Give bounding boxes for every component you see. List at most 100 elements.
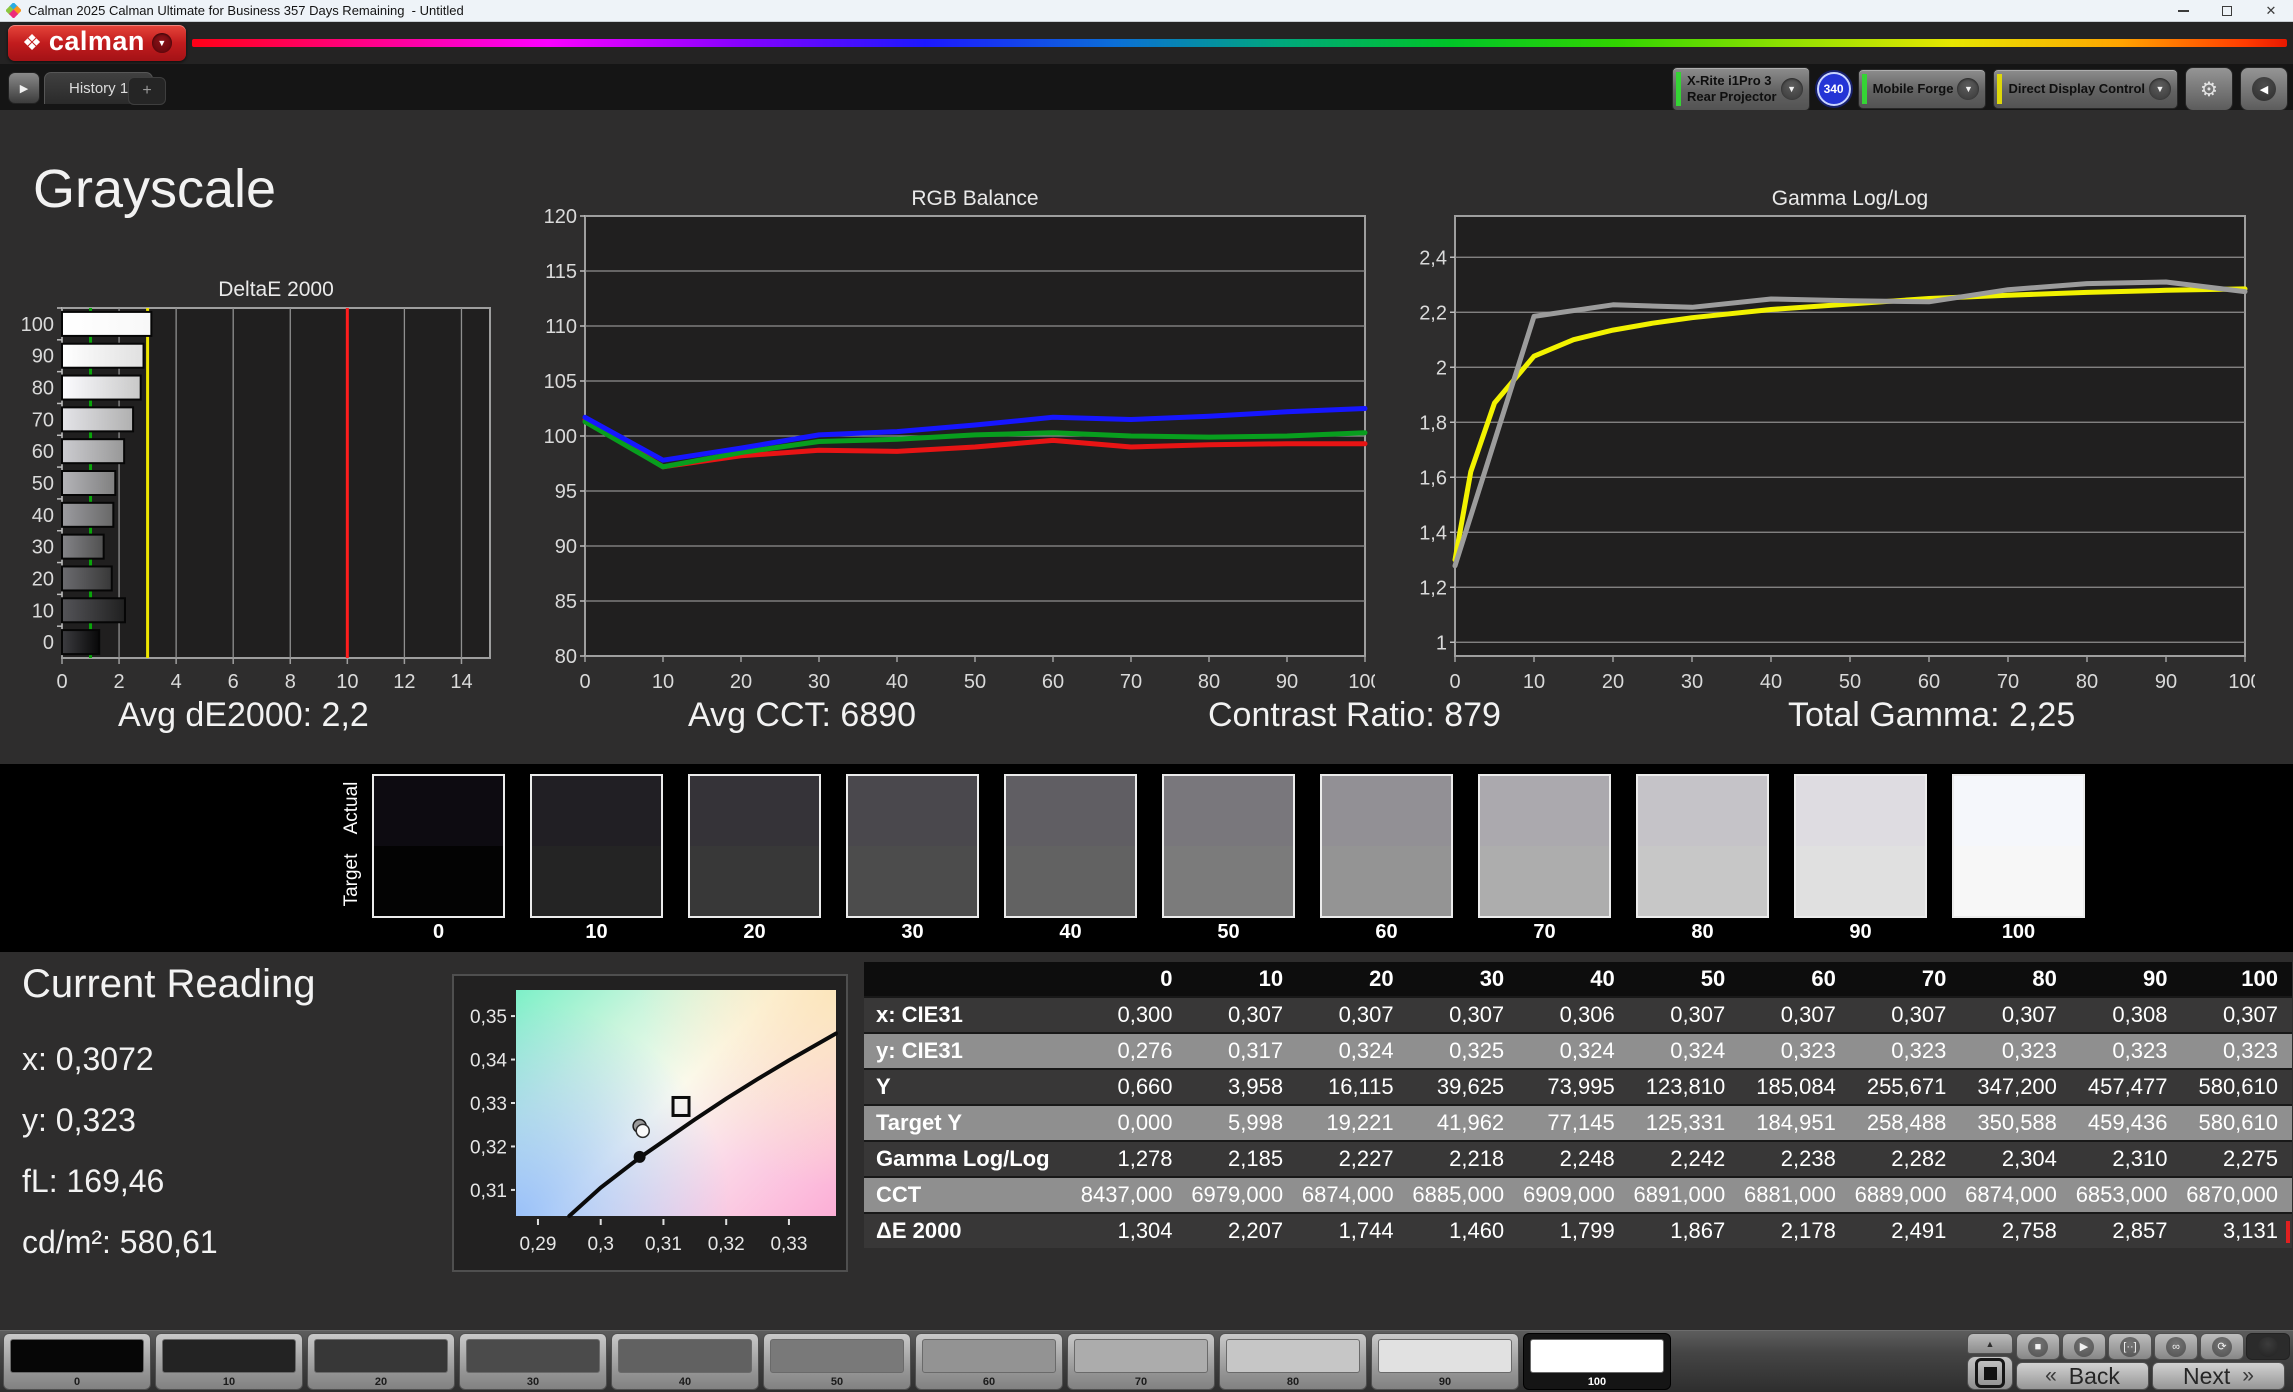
table-header-cell: 0 [1076, 962, 1187, 996]
svg-text:80: 80 [1198, 671, 1220, 692]
next-button[interactable]: Next » [2152, 1362, 2285, 1390]
gear-icon: ⚙ [2200, 78, 2218, 101]
deltae-bar-40 [61, 501, 115, 528]
add-tab-button[interactable]: + [128, 77, 166, 105]
level-button-90[interactable]: 90 [1371, 1333, 1519, 1390]
table-cell: 2,304 [1960, 1140, 2071, 1176]
deltae-chart-svg: DeltaE 2000 0 10 20 30 40 50 60 70 80 90 100 0 2 4 6 8 10… [21, 278, 491, 692]
table-cell: 2,491 [1849, 1212, 1961, 1248]
swatch-chip [688, 774, 821, 918]
chevron-down-icon: ▼ [1780, 78, 1803, 100]
loop-button[interactable]: ⟳ [2200, 1333, 2244, 1360]
close-button[interactable]: ✕ [2249, 0, 2293, 21]
swatch-label: 100 [2001, 921, 2036, 943]
tab-scroll-button[interactable]: ▶ [8, 72, 40, 104]
interval-button[interactable]: [··] [2108, 1333, 2152, 1360]
table-row-label: y: CIE31 [864, 1032, 1076, 1068]
chevron-down-icon: ▼ [1957, 78, 1980, 100]
svg-text:0,35: 0,35 [470, 1007, 507, 1028]
inactive-indicator [2246, 1333, 2290, 1360]
svg-text:40: 40 [1760, 671, 1782, 692]
svg-text:0,34: 0,34 [470, 1051, 507, 1072]
target-chip [690, 846, 819, 916]
svg-text:120: 120 [545, 206, 577, 228]
next-label: Next [2183, 1362, 2231, 1389]
actual-chip [1954, 776, 2083, 846]
calman-menu-button[interactable]: ❖ calman ▼ [8, 25, 186, 61]
cie-chromaticity-panel: 0,35 0,34 0,33 0,32 0,31 0,29 0,3 0,31 0,32 0,33 [452, 974, 848, 1272]
level-patch [618, 1339, 752, 1373]
svg-text:100: 100 [1348, 671, 1375, 692]
level-button-70[interactable]: 70 [1067, 1333, 1215, 1390]
level-button-30[interactable]: 30 [459, 1333, 607, 1390]
tray-collapse-button[interactable]: ▲ [1967, 1333, 2013, 1354]
table-cell: 0,307 [1407, 996, 1519, 1032]
continuous-button[interactable]: ∞ [2154, 1333, 2198, 1360]
meter-count-badge[interactable]: 340 [1816, 72, 1851, 106]
stop-icon: ■ [2028, 1336, 2048, 1357]
table-cell: 73,995 [1518, 1068, 1629, 1104]
svg-text:0,32: 0,32 [708, 1234, 745, 1255]
total-gamma-stat: Total Gamma: 2,25 [1788, 696, 2076, 734]
inactive-circle-icon [2258, 1336, 2278, 1357]
deltae-bar-30 [61, 533, 105, 560]
svg-text:Gamma Log/Log: Gamma Log/Log [1772, 187, 1928, 210]
table-cell: 2,282 [1849, 1140, 1961, 1176]
table-row-label: Target Y [864, 1104, 1076, 1140]
level-patch [10, 1339, 144, 1373]
source-dropdown[interactable]: Mobile Forge ▼ [1857, 69, 1987, 109]
back-button[interactable]: « Back [2016, 1362, 2149, 1390]
level-button-80[interactable]: 80 [1219, 1333, 1367, 1390]
svg-text:70: 70 [1997, 671, 2019, 692]
deltae-bar-20 [61, 565, 113, 592]
level-button-100[interactable]: 100 [1523, 1333, 1671, 1390]
minimize-icon [2177, 9, 2189, 12]
table-cell: 0,306 [1518, 996, 1629, 1032]
table-header-cell: 10 [1186, 962, 1298, 996]
swatch-label: 20 [743, 921, 766, 943]
svg-text:0,33: 0,33 [470, 1094, 507, 1115]
svg-text:100: 100 [21, 314, 54, 336]
svg-text:80: 80 [2076, 671, 2098, 692]
swatch-chip [372, 774, 505, 918]
svg-text:60: 60 [1042, 671, 1064, 692]
minimize-button[interactable] [2161, 0, 2205, 21]
svg-text:90: 90 [2155, 671, 2177, 692]
table-cell: 0,323 [2181, 1032, 2292, 1068]
table-cell: 0,307 [1628, 996, 1740, 1032]
stop-button[interactable]: ■ [2016, 1333, 2060, 1360]
swatch-chip [1636, 774, 1769, 918]
level-button-0[interactable]: 0 [3, 1333, 151, 1390]
collapse-panel-button[interactable]: ◀ [2240, 67, 2288, 111]
level-button-40[interactable]: 40 [611, 1333, 759, 1390]
svg-text:1,4: 1,4 [1419, 522, 1447, 544]
grayscale-swatch-30: 30 [846, 774, 979, 944]
table-cell: 0,307 [1297, 996, 1408, 1032]
level-button-60[interactable]: 60 [915, 1333, 1063, 1390]
square-open-marker [671, 1095, 691, 1117]
table-cell: 2,218 [1407, 1140, 1519, 1176]
tab-bar: ▶ History 1 + X-Rite i1Pro 3 Rear Projec… [0, 64, 2293, 111]
level-button-10[interactable]: 10 [155, 1333, 303, 1390]
maximize-button[interactable] [2205, 0, 2249, 21]
deltae-bar-60 [61, 438, 126, 465]
table-cell: 77,145 [1518, 1104, 1629, 1140]
table-cell: 2,207 [1186, 1212, 1298, 1248]
swatch-label: 70 [1533, 921, 1556, 943]
meter-dropdown[interactable]: X-Rite i1Pro 3 Rear Projector ▼ [1671, 67, 1810, 111]
pattern-window-button[interactable] [1967, 1356, 2013, 1390]
grayscale-swatch-70: 70 [1478, 774, 1611, 944]
level-patch [1378, 1339, 1512, 1373]
settings-button[interactable]: ⚙ [2185, 67, 2233, 111]
play-button[interactable]: ▶ [2062, 1333, 2106, 1360]
level-button-50[interactable]: 50 [763, 1333, 911, 1390]
svg-text:90: 90 [555, 536, 577, 558]
svg-text:0,32: 0,32 [470, 1137, 507, 1158]
grayscale-swatch-80: 80 [1636, 774, 1769, 944]
svg-text:105: 105 [545, 371, 577, 393]
svg-text:50: 50 [32, 473, 54, 495]
grayscale-swatch-20: 20 [688, 774, 821, 944]
level-button-20[interactable]: 20 [307, 1333, 455, 1390]
display-control-dropdown[interactable]: Direct Display Control ▼ [1993, 69, 2178, 109]
contrast-ratio-stat: Contrast Ratio: 879 [1208, 696, 1501, 734]
